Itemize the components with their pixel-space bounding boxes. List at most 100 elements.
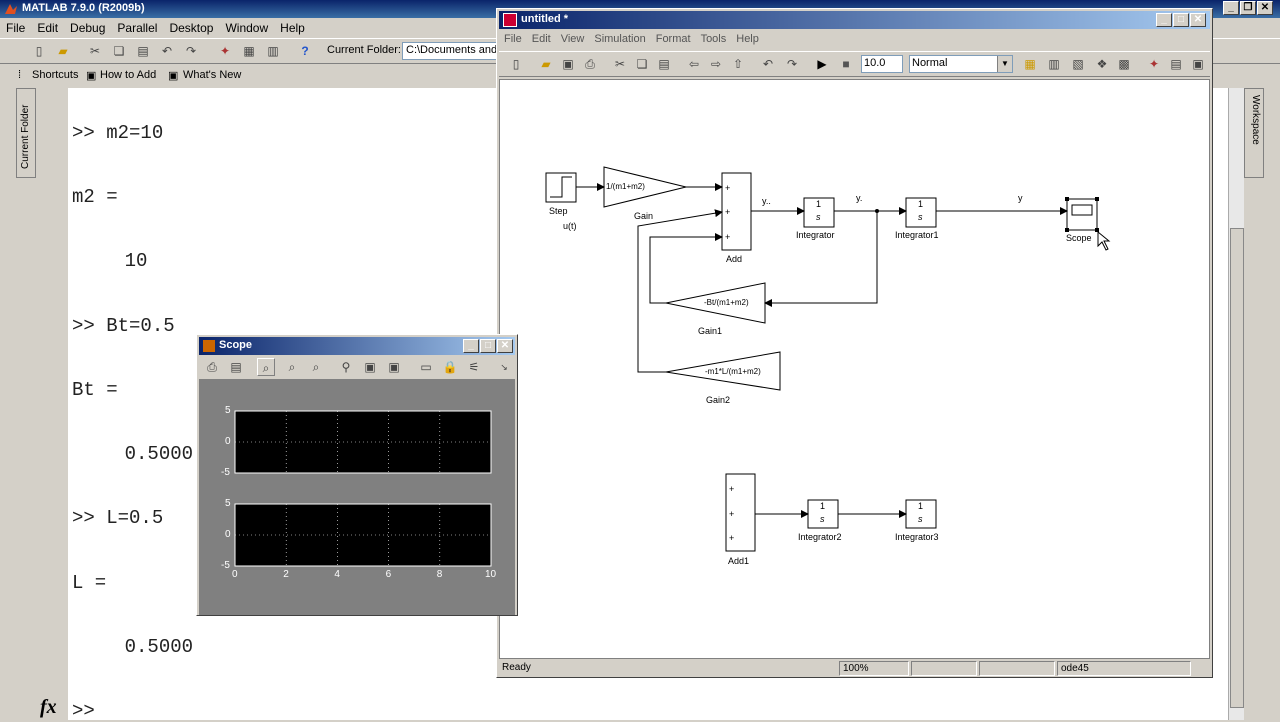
minimize-icon[interactable]: _ <box>463 339 479 353</box>
add-port-sign: + <box>725 183 731 193</box>
sim-menu-edit[interactable]: Edit <box>527 31 556 47</box>
undo-icon[interactable]: ↶ <box>759 55 777 73</box>
floating-scope-icon[interactable]: ▭ <box>417 358 435 376</box>
zoom-icon[interactable]: ⌕ <box>257 358 275 376</box>
guide-icon[interactable]: ▦ <box>240 42 258 60</box>
menu-window[interactable]: Window <box>219 18 274 38</box>
command-prompt[interactable]: >> <box>72 700 95 722</box>
model-explorer-icon[interactable]: ▩ <box>1115 55 1133 73</box>
integrator-den: s <box>816 212 821 222</box>
maximize-icon[interactable]: □ <box>480 339 496 353</box>
sim-menu-format[interactable]: Format <box>651 31 696 47</box>
sim-menu-help[interactable]: Help <box>731 31 764 47</box>
copy-icon[interactable]: ❏ <box>633 55 651 73</box>
save-icon[interactable]: ▣ <box>559 55 577 73</box>
add-port-sign: + <box>725 232 731 242</box>
status-field <box>911 661 977 676</box>
restore-axes-icon[interactable]: ▣ <box>385 358 403 376</box>
update-diagram-icon[interactable]: ▥ <box>1045 55 1063 73</box>
simulink-status-bar: Ready 100% ode45 <box>499 661 1210 677</box>
print-icon[interactable]: ⎙ <box>203 358 221 376</box>
profiler-icon[interactable]: ▥ <box>264 42 282 60</box>
restore-icon[interactable]: ❐ <box>1240 1 1256 15</box>
shortcut-how-to-add[interactable]: How to Add <box>100 69 156 81</box>
shortcuts-label[interactable]: Shortcuts <box>32 69 78 81</box>
scrollbar-thumb[interactable] <box>1230 228 1244 708</box>
zoom-x-icon[interactable]: ⌕ <box>283 358 301 376</box>
simulation-mode-select[interactable]: Normal ▼ <box>909 55 1013 73</box>
stop-simulation-icon[interactable]: ■ <box>837 55 855 73</box>
menu-parallel[interactable]: Parallel <box>111 18 163 38</box>
shortcut-whats-new[interactable]: What's New <box>183 69 241 81</box>
output-value: 0.5000 <box>79 443 194 465</box>
open-folder-icon[interactable]: ▰ <box>54 42 72 60</box>
workspace-panel-tab[interactable]: Workspace <box>1244 88 1264 178</box>
up-icon[interactable]: ⇧ <box>729 55 747 73</box>
parameters-icon[interactable]: ▤ <box>227 358 245 376</box>
sim-menu-file[interactable]: File <box>499 31 527 47</box>
simulink-icon[interactable]: ✦ <box>216 42 234 60</box>
debug-icon[interactable]: ✦ <box>1145 55 1163 73</box>
gain-expression: 1/(m1+m2) <box>606 182 645 191</box>
minimize-icon[interactable]: _ <box>1156 13 1172 27</box>
menu-file[interactable]: File <box>0 18 31 38</box>
open-icon[interactable]: ▰ <box>537 55 555 73</box>
new-file-icon[interactable]: ▯ <box>30 42 48 60</box>
back-icon[interactable]: ⇦ <box>685 55 703 73</box>
redo-icon[interactable]: ↷ <box>783 55 801 73</box>
cut-icon[interactable]: ✂ <box>86 42 104 60</box>
zoom-y-icon[interactable]: ⌕ <box>307 358 325 376</box>
y-tick-label: -5 <box>221 467 230 478</box>
add1-port-sign: + <box>729 509 735 519</box>
print-icon[interactable]: ⎙ <box>581 55 599 73</box>
current-folder-input[interactable]: C:\Documents and <box>402 42 502 60</box>
sim-menu-view[interactable]: View <box>556 31 590 47</box>
chevron-down-icon[interactable]: ▼ <box>997 56 1012 72</box>
close-icon[interactable]: ✕ <box>1190 13 1206 27</box>
undo-icon[interactable]: ↶ <box>158 42 176 60</box>
close-icon[interactable]: ✕ <box>497 339 513 353</box>
shortcut-doc-icon: ▣ <box>168 70 179 82</box>
time-offset: Time offset: 0 <box>201 641 264 652</box>
maximize-icon[interactable]: □ <box>1173 13 1189 27</box>
integrator1-den: s <box>918 212 923 222</box>
command-window-scrollbar[interactable] <box>1228 88 1244 720</box>
stop-time-input[interactable]: 10.0 <box>861 55 903 73</box>
help-icon[interactable]: ? <box>296 42 314 60</box>
integrator3-label: Integrator3 <box>895 532 939 542</box>
lock-icon[interactable]: 🔒 <box>441 358 459 376</box>
new-model-icon[interactable]: ▯ <box>507 55 525 73</box>
signal-selection-icon[interactable]: ⚟ <box>465 358 483 376</box>
model-advisor-icon[interactable]: ▧ <box>1069 55 1087 73</box>
minimize-icon[interactable]: _ <box>1223 1 1239 15</box>
status-solver: ode45 <box>1057 661 1191 676</box>
library-browser-icon[interactable]: ❖ <box>1093 55 1111 73</box>
matlab-logo-icon <box>5 4 17 14</box>
toolbar-arrow-icon[interactable]: ↘ <box>495 358 513 376</box>
menu-help[interactable]: Help <box>274 18 311 38</box>
cut-icon[interactable]: ✂ <box>611 55 629 73</box>
paste-icon[interactable]: ▤ <box>134 42 152 60</box>
block-diagram <box>545 166 1111 552</box>
build-icon[interactable]: ▦ <box>1021 55 1039 73</box>
function-browser-icon[interactable]: fx <box>40 696 57 719</box>
model-canvas[interactable]: Step u(t) 1/(m1+m2) Gain + + + Add y.. 1… <box>499 79 1210 659</box>
sim-menu-simulation[interactable]: Simulation <box>589 31 650 47</box>
save-axes-icon[interactable]: ▣ <box>361 358 379 376</box>
forward-icon[interactable]: ⇨ <box>707 55 725 73</box>
paste-icon[interactable]: ▤ <box>655 55 673 73</box>
integrator1-num: 1 <box>918 199 924 209</box>
properties-icon[interactable]: ▤ <box>1167 55 1185 73</box>
redo-icon[interactable]: ↷ <box>182 42 200 60</box>
copy-icon[interactable]: ❏ <box>110 42 128 60</box>
current-folder-panel-tab[interactable]: Current Folder <box>16 88 36 178</box>
sim-menu-tools[interactable]: Tools <box>696 31 732 47</box>
close-icon[interactable]: ✕ <box>1257 1 1273 15</box>
start-simulation-icon[interactable]: ▶ <box>813 55 831 73</box>
add-label: Add <box>726 254 743 264</box>
menu-debug[interactable]: Debug <box>64 18 111 38</box>
menu-desktop[interactable]: Desktop <box>163 18 219 38</box>
autoscale-icon[interactable]: ⚲ <box>337 358 355 376</box>
explorer-icon[interactable]: ▣ <box>1189 55 1207 73</box>
menu-edit[interactable]: Edit <box>31 18 64 38</box>
